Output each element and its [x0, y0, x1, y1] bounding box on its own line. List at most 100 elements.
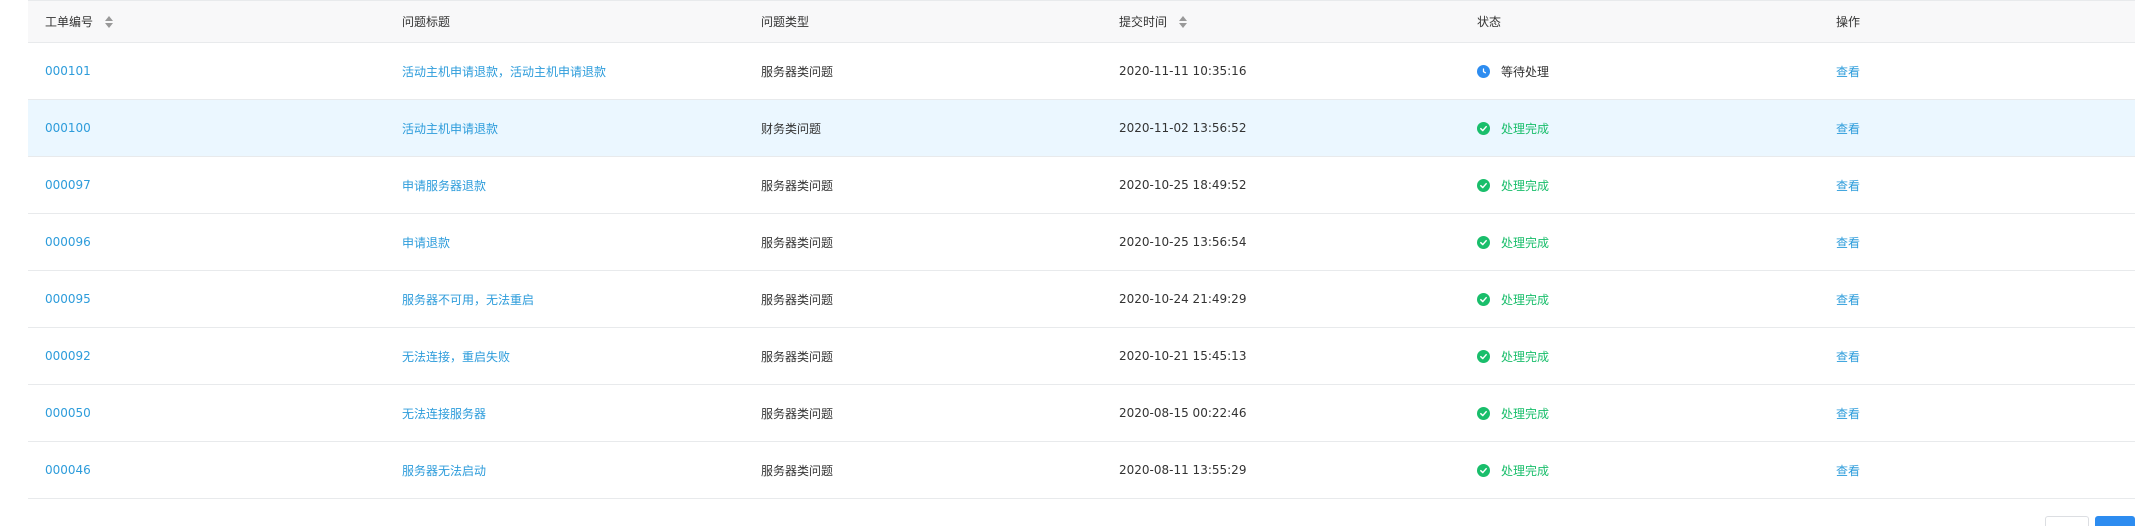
ticket-id-cell[interactable]: 000050	[45, 385, 91, 441]
header-ticket-id[interactable]: 工单编号	[45, 1, 114, 42]
ticket-id-link[interactable]: 000096	[45, 235, 91, 249]
header-operation: 操作	[1836, 1, 1860, 42]
ticket-title-cell[interactable]: 申请退款	[402, 214, 450, 270]
status-text: 处理完成	[1501, 235, 1550, 250]
table-row[interactable]: 000046 服务器无法启动 服务器类问题 2020-08-11 13:55:29 处理…	[28, 442, 2135, 499]
ticket-status-cell: 处理完成	[1477, 271, 1549, 327]
header-type-label: 问题类型	[761, 15, 810, 29]
ticket-id-cell[interactable]: 000101	[45, 43, 91, 99]
ticket-id-link[interactable]: 000046	[45, 463, 91, 477]
status-text: 处理完成	[1501, 121, 1550, 136]
table-row[interactable]: 000097 申请服务器退款 服务器类问题 2020-10-25 18:49:52 处理…	[28, 157, 2135, 214]
ticket-id-link[interactable]: 000101	[45, 64, 91, 78]
ticket-time-cell: 2020-11-11 10:35:16	[1119, 43, 1246, 99]
ticket-id-cell[interactable]: 000046	[45, 442, 91, 498]
ticket-time: 2020-08-15 00:22:46	[1119, 406, 1247, 420]
check-circle-icon	[1477, 292, 1490, 306]
view-cell[interactable]: 查看	[1836, 271, 1860, 327]
pagination-button[interactable]	[2045, 516, 2089, 526]
ticket-title-cell[interactable]: 活动主机申请退款	[402, 100, 498, 156]
ticket-status-cell: 处理完成	[1477, 385, 1549, 441]
ticket-id-link[interactable]: 000097	[45, 178, 91, 192]
ticket-type: 服务器类问题	[761, 349, 834, 364]
status-badge: 处理完成	[1477, 291, 1549, 308]
ticket-title-link[interactable]: 申请退款	[402, 234, 450, 251]
ticket-id-link[interactable]: 000100	[45, 121, 91, 135]
ticket-time: 2020-10-24 21:49:29	[1119, 292, 1247, 306]
table-row[interactable]: 000101 活动主机申请退款，活动主机申请退款 服务器类问题 2020-11-11 …	[28, 43, 2135, 100]
ticket-title-cell[interactable]: 服务器不可用，无法重启	[402, 271, 534, 327]
ticket-id-link[interactable]: 000095	[45, 292, 91, 306]
ticket-id-cell[interactable]: 000097	[45, 157, 91, 213]
table-row[interactable]: 000096 申请退款 服务器类问题 2020-10-25 13:56:54 处理完成 查…	[28, 214, 2135, 271]
view-cell[interactable]: 查看	[1836, 328, 1860, 384]
ticket-status-cell: 处理完成	[1477, 214, 1549, 270]
ticket-title-cell[interactable]: 申请服务器退款	[402, 157, 486, 213]
ticket-title-link[interactable]: 活动主机申请退款	[402, 120, 498, 137]
ticket-type: 服务器类问题	[761, 64, 834, 79]
ticket-id-cell[interactable]: 000095	[45, 271, 91, 327]
ticket-type-cell: 服务器类问题	[761, 385, 833, 441]
header-title-label: 问题标题	[402, 15, 451, 29]
ticket-time: 2020-11-02 13:56:52	[1119, 121, 1247, 135]
view-link[interactable]: 查看	[1836, 405, 1860, 422]
ticket-status-cell: 等待处理	[1477, 43, 1549, 99]
view-link[interactable]: 查看	[1836, 291, 1860, 308]
ticket-title-cell[interactable]: 活动主机申请退款，活动主机申请退款	[402, 43, 606, 99]
table-row[interactable]: 000100 活动主机申请退款 财务类问题 2020-11-02 13:56:52 处理…	[28, 100, 2135, 157]
ticket-id-link[interactable]: 000050	[45, 406, 91, 420]
ticket-type-cell: 服务器类问题	[761, 214, 833, 270]
view-link[interactable]: 查看	[1836, 120, 1860, 137]
ticket-title-link[interactable]: 无法连接，重启失败	[402, 348, 510, 365]
ticket-title-link[interactable]: 活动主机申请退款，活动主机申请退款	[402, 63, 606, 80]
ticket-title-link[interactable]: 服务器无法启动	[402, 462, 486, 479]
view-link[interactable]: 查看	[1836, 177, 1860, 194]
sort-icon[interactable]	[105, 15, 114, 28]
ticket-type-cell: 服务器类问题	[761, 442, 833, 498]
ticket-title-link[interactable]: 无法连接服务器	[402, 405, 486, 422]
ticket-title-cell[interactable]: 无法连接，重启失败	[402, 328, 510, 384]
pagination-button-active[interactable]	[2095, 516, 2135, 526]
ticket-type: 财务类问题	[761, 121, 822, 136]
ticket-title-cell[interactable]: 无法连接服务器	[402, 385, 486, 441]
ticket-id-cell[interactable]: 000092	[45, 328, 91, 384]
view-cell[interactable]: 查看	[1836, 442, 1860, 498]
ticket-type-cell: 财务类问题	[761, 100, 821, 156]
ticket-id-cell[interactable]: 000100	[45, 100, 91, 156]
ticket-time-cell: 2020-10-24 21:49:29	[1119, 271, 1246, 327]
ticket-type-cell: 服务器类问题	[761, 328, 833, 384]
view-link[interactable]: 查看	[1836, 63, 1860, 80]
status-badge: 处理完成	[1477, 234, 1549, 251]
view-cell[interactable]: 查看	[1836, 385, 1860, 441]
ticket-time: 2020-08-11 13:55:29	[1119, 463, 1247, 477]
table-row[interactable]: 000095 服务器不可用，无法重启 服务器类问题 2020-10-24 21:49:…	[28, 271, 2135, 328]
view-cell[interactable]: 查看	[1836, 43, 1860, 99]
ticket-title-cell[interactable]: 服务器无法启动	[402, 442, 486, 498]
table-row[interactable]: 000050 无法连接服务器 服务器类问题 2020-08-15 00:22:46 处理…	[28, 385, 2135, 442]
ticket-status-cell: 处理完成	[1477, 157, 1549, 213]
view-cell[interactable]: 查看	[1836, 100, 1860, 156]
ticket-title-link[interactable]: 申请服务器退款	[402, 177, 486, 194]
view-cell[interactable]: 查看	[1836, 157, 1860, 213]
ticket-id-cell[interactable]: 000096	[45, 214, 91, 270]
status-badge: 处理完成	[1477, 348, 1549, 365]
ticket-title-link[interactable]: 服务器不可用，无法重启	[402, 291, 534, 308]
header-time[interactable]: 提交时间	[1119, 1, 1188, 42]
view-link[interactable]: 查看	[1836, 348, 1860, 365]
header-operation-label: 操作	[1836, 15, 1861, 29]
view-link[interactable]: 查看	[1836, 234, 1860, 251]
ticket-status-cell: 处理完成	[1477, 328, 1549, 384]
ticket-type-cell: 服务器类问题	[761, 271, 833, 327]
pagination	[2045, 516, 2135, 526]
status-badge: 处理完成	[1477, 177, 1549, 194]
ticket-type-cell: 服务器类问题	[761, 43, 833, 99]
table-row[interactable]: 000092 无法连接，重启失败 服务器类问题 2020-10-21 15:45:13…	[28, 328, 2135, 385]
sort-icon[interactable]	[1179, 15, 1188, 28]
view-link[interactable]: 查看	[1836, 462, 1860, 479]
ticket-type: 服务器类问题	[761, 235, 834, 250]
ticket-id-link[interactable]: 000092	[45, 349, 91, 363]
ticket-time: 2020-10-25 18:49:52	[1119, 178, 1247, 192]
ticket-status-cell: 处理完成	[1477, 100, 1549, 156]
view-cell[interactable]: 查看	[1836, 214, 1860, 270]
status-badge: 处理完成	[1477, 120, 1549, 137]
